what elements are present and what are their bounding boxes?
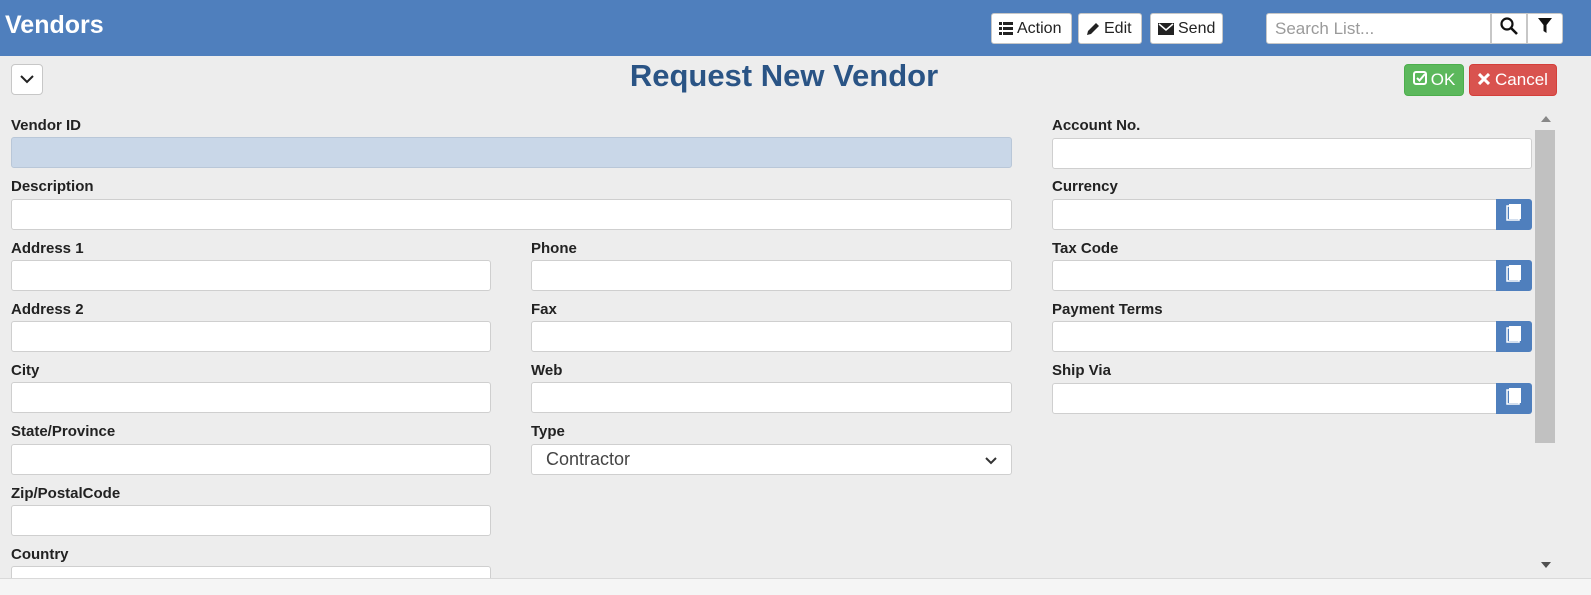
search-button[interactable]	[1491, 13, 1527, 44]
search-input[interactable]	[1266, 13, 1491, 44]
cancel-label: Cancel	[1495, 70, 1548, 89]
type-value: Contractor	[546, 449, 631, 469]
zip-label: Zip/PostalCode	[11, 485, 121, 502]
currency-lookup-button[interactable]	[1496, 199, 1532, 230]
currency-label: Currency	[1052, 178, 1118, 195]
state-field[interactable]	[11, 444, 491, 475]
address2-field[interactable]	[11, 321, 491, 352]
ship-via-lookup-button[interactable]	[1496, 383, 1532, 414]
fax-label: Fax	[531, 301, 557, 318]
tax-code-field[interactable]	[1052, 260, 1497, 291]
city-field[interactable]	[11, 382, 491, 413]
page-title: Request New Vendor	[629, 58, 939, 93]
description-field[interactable]	[11, 199, 1012, 230]
ship-via-label: Ship Via	[1052, 362, 1111, 379]
filter-icon	[1538, 18, 1552, 39]
send-label: Send	[1178, 19, 1216, 37]
edit-label: Edit	[1104, 19, 1132, 37]
ok-label: OK	[1430, 70, 1456, 89]
list-icon	[999, 22, 1013, 35]
type-label: Type	[531, 423, 565, 440]
account-field[interactable]	[1052, 138, 1532, 169]
check-square-icon	[1412, 70, 1427, 90]
ok-button[interactable]: OK	[1404, 64, 1464, 96]
tax-code-lookup-button[interactable]	[1496, 260, 1532, 291]
pencil-icon	[1086, 22, 1100, 36]
phone-label: Phone	[531, 240, 577, 257]
payment-terms-label: Payment Terms	[1052, 301, 1163, 318]
type-select[interactable]: Contractor	[531, 444, 1012, 475]
book-icon	[1506, 325, 1522, 348]
currency-field[interactable]	[1052, 199, 1497, 230]
chevron-down-icon	[985, 449, 997, 470]
filter-button[interactable]	[1527, 13, 1563, 44]
book-icon	[1506, 203, 1522, 226]
payment-terms-field[interactable]	[1052, 321, 1497, 352]
scrollbar-thumb[interactable]	[1535, 130, 1555, 443]
fax-field[interactable]	[531, 321, 1012, 352]
cancel-button[interactable]: Cancel	[1469, 64, 1557, 96]
action-label: Action	[1017, 19, 1062, 37]
app-title: Vendors	[5, 11, 104, 39]
zip-field[interactable]	[11, 505, 491, 536]
send-button[interactable]: Send	[1150, 13, 1223, 44]
action-button[interactable]: Action	[991, 13, 1072, 44]
web-label: Web	[531, 362, 563, 379]
address2-label: Address 2	[11, 301, 84, 318]
description-label: Description	[11, 178, 94, 195]
country-field[interactable]	[11, 566, 491, 578]
bottom-strip	[0, 578, 1591, 595]
account-label: Account No.	[1052, 117, 1141, 134]
address1-field[interactable]	[11, 260, 491, 291]
x-icon	[1477, 70, 1491, 90]
address1-label: Address 1	[11, 240, 84, 257]
header-bar: Vendors Action Edit Send	[0, 0, 1591, 56]
tax-code-label: Tax Code	[1052, 240, 1119, 257]
book-icon	[1506, 387, 1522, 410]
book-icon	[1506, 264, 1522, 287]
envelope-icon	[1158, 22, 1174, 35]
web-field[interactable]	[531, 382, 1012, 413]
vendor-id-label: Vendor ID	[11, 117, 82, 134]
vendor-id-field[interactable]	[11, 137, 1012, 168]
country-label: Country	[11, 546, 69, 563]
phone-field[interactable]	[531, 260, 1012, 291]
vendor-form: Vendor ID Description Address 1 Address …	[0, 108, 1535, 578]
search-icon	[1500, 17, 1518, 40]
payment-terms-lookup-button[interactable]	[1496, 321, 1532, 352]
ship-via-field[interactable]	[1052, 383, 1497, 414]
city-label: City	[11, 362, 40, 379]
state-label: State/Province	[11, 423, 116, 440]
edit-button[interactable]: Edit	[1078, 13, 1142, 44]
